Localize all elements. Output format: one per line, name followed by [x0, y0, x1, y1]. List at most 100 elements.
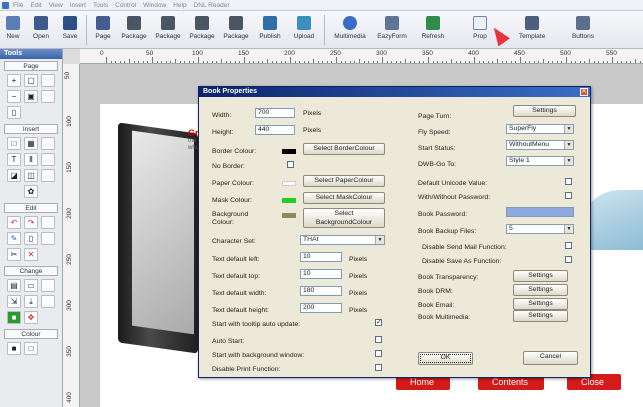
menu-file[interactable]: File [13, 2, 23, 9]
text-width-input[interactable]: 180 [300, 286, 342, 296]
menu-dnl-reader[interactable]: DNL Reader [194, 2, 230, 9]
edit-copy-tool[interactable]: ▯ [24, 232, 38, 245]
insert-rectangle-tool[interactable]: □ [7, 137, 21, 150]
width-input[interactable]: 700 [255, 108, 295, 118]
edit-tool-3[interactable] [41, 216, 55, 229]
select-border-colour-button[interactable]: Select BorderColour [303, 143, 385, 155]
change-tool-2[interactable]: ▭ [24, 279, 38, 292]
tooltip-auto-update-checkbox[interactable]: ✓ [375, 319, 382, 326]
package-button-4[interactable]: Package [220, 13, 252, 47]
mask-colour-swatch [282, 198, 296, 203]
dwb-goto-select[interactable]: Style 1 ▼ [506, 156, 574, 166]
insert-tool-7[interactable]: ◪ [7, 169, 21, 182]
text-left-input[interactable]: 10 [300, 252, 342, 262]
start-status-value: WithoutMenu [509, 141, 550, 148]
character-set-select[interactable]: THAI ▼ [300, 235, 385, 245]
backup-files-select[interactable]: 5 ▼ [506, 224, 574, 234]
colour-tool-1[interactable]: ■ [7, 342, 21, 355]
close-icon[interactable]: ✕ [580, 88, 588, 96]
edit-tool-6[interactable] [41, 232, 55, 245]
change-tool-4[interactable]: ⇲ [7, 295, 21, 308]
text-height-unit: Pixels [349, 307, 368, 314]
insert-tool-10[interactable]: ✿ [24, 185, 38, 198]
insert-text-tool[interactable]: T [7, 153, 21, 166]
menu-control[interactable]: Control [115, 2, 136, 9]
upload-button[interactable]: Upload [290, 13, 318, 47]
new-button[interactable]: New [3, 13, 23, 47]
tools-section-colour[interactable]: Colour [4, 329, 58, 339]
multimedia-settings-button[interactable]: Settings [513, 310, 568, 322]
transparency-settings-button[interactable]: Settings [513, 270, 568, 282]
cancel-button[interactable]: Cancel [523, 351, 578, 365]
colour-tool-2[interactable]: □ [24, 342, 38, 355]
page-turn-settings-button[interactable]: Settings [513, 105, 576, 117]
start-status-select[interactable]: WithoutMenu ▼ [506, 140, 574, 150]
no-border-checkbox[interactable] [287, 161, 294, 168]
cut-icon[interactable]: ✂ [7, 248, 21, 261]
height-input[interactable]: 440 [255, 125, 295, 135]
move-icon[interactable]: ✥ [24, 311, 38, 324]
edit-pen-tool[interactable]: ✎ [7, 232, 21, 245]
add-page-tool[interactable]: + [7, 74, 21, 87]
page-blank-tool[interactable]: ▯ [7, 106, 21, 119]
select-mask-colour-button[interactable]: Select MaskColour [303, 192, 385, 204]
undo-icon[interactable]: ↶ [7, 216, 21, 229]
insert-tool-3[interactable] [41, 137, 55, 150]
ok-button[interactable]: OK [418, 352, 473, 365]
tools-section-change[interactable]: Change [4, 266, 58, 276]
delete-icon[interactable]: ✕ [24, 248, 38, 261]
change-tool-6[interactable] [41, 295, 55, 308]
insert-textbox-tool[interactable]: Ⅱ [24, 153, 38, 166]
package-button-3[interactable]: Package [186, 13, 218, 47]
menu-insert[interactable]: Insert [70, 2, 86, 9]
save-button[interactable]: Save [58, 13, 82, 47]
insert-image-tool[interactable]: ▦ [24, 137, 38, 150]
page-button[interactable]: Page [91, 13, 115, 47]
menu-edit[interactable]: Edit [30, 2, 41, 9]
unicode-value-checkbox[interactable] [565, 178, 572, 185]
text-height-input[interactable]: 200 [300, 303, 342, 313]
insert-tool-8[interactable]: ◫ [24, 169, 38, 182]
menu-view[interactable]: View [49, 2, 63, 9]
buttons-button[interactable]: Buttons [562, 13, 604, 47]
menu-tools[interactable]: Tools [93, 2, 108, 9]
package-button-2[interactable]: Package [152, 13, 184, 47]
package-button-1[interactable]: Package [118, 13, 150, 47]
page-tool-3[interactable] [41, 74, 55, 87]
refresh-button[interactable]: Refresh [414, 13, 452, 47]
redo-icon[interactable]: ↷ [24, 216, 38, 229]
disable-send-mail-checkbox[interactable] [565, 242, 572, 249]
disable-save-as-checkbox[interactable] [565, 256, 572, 263]
publish-button[interactable]: Publish [256, 13, 284, 47]
change-tool-1[interactable]: ▤ [7, 279, 21, 292]
with-without-password-checkbox[interactable] [565, 192, 572, 199]
change-tool-5[interactable]: ⤓ [24, 295, 38, 308]
remove-page-tool[interactable]: − [7, 90, 21, 103]
drm-settings-button[interactable]: Settings [513, 284, 568, 296]
menu-help[interactable]: Help [173, 2, 186, 9]
multimedia-button[interactable]: Multimedia [329, 13, 371, 47]
insert-tool-9[interactable] [41, 169, 55, 182]
fly-speed-select[interactable]: SuperFly ▼ [506, 124, 574, 134]
insert-tool-6[interactable] [41, 153, 55, 166]
page-tool-6[interactable] [41, 90, 55, 103]
tools-section-page[interactable]: Page [4, 61, 58, 71]
menu-window[interactable]: Window [143, 2, 166, 9]
eazyform-button[interactable]: EazyForm [374, 13, 410, 47]
select-background-colour-button[interactable]: Select BackgroundColour [303, 208, 385, 228]
select-paper-colour-button[interactable]: Select PaperColour [303, 175, 385, 187]
background-window-checkbox[interactable] [375, 350, 382, 357]
email-settings-button[interactable]: Settings [513, 298, 568, 310]
page-image-tool[interactable]: ▣ [24, 90, 38, 103]
tools-section-edit[interactable]: Edit [4, 203, 58, 213]
text-top-input[interactable]: 10 [300, 269, 342, 279]
template-button[interactable]: Template [511, 13, 553, 47]
book-password-input[interactable] [506, 207, 574, 217]
disable-print-checkbox[interactable] [375, 364, 382, 371]
auto-start-checkbox[interactable] [375, 336, 382, 343]
page-copy-tool[interactable]: ▢ [24, 74, 38, 87]
change-color-tool[interactable]: ■ [7, 311, 21, 324]
change-tool-3[interactable] [41, 279, 55, 292]
open-button[interactable]: Open [29, 13, 53, 47]
tools-section-insert[interactable]: Insert [4, 124, 58, 134]
